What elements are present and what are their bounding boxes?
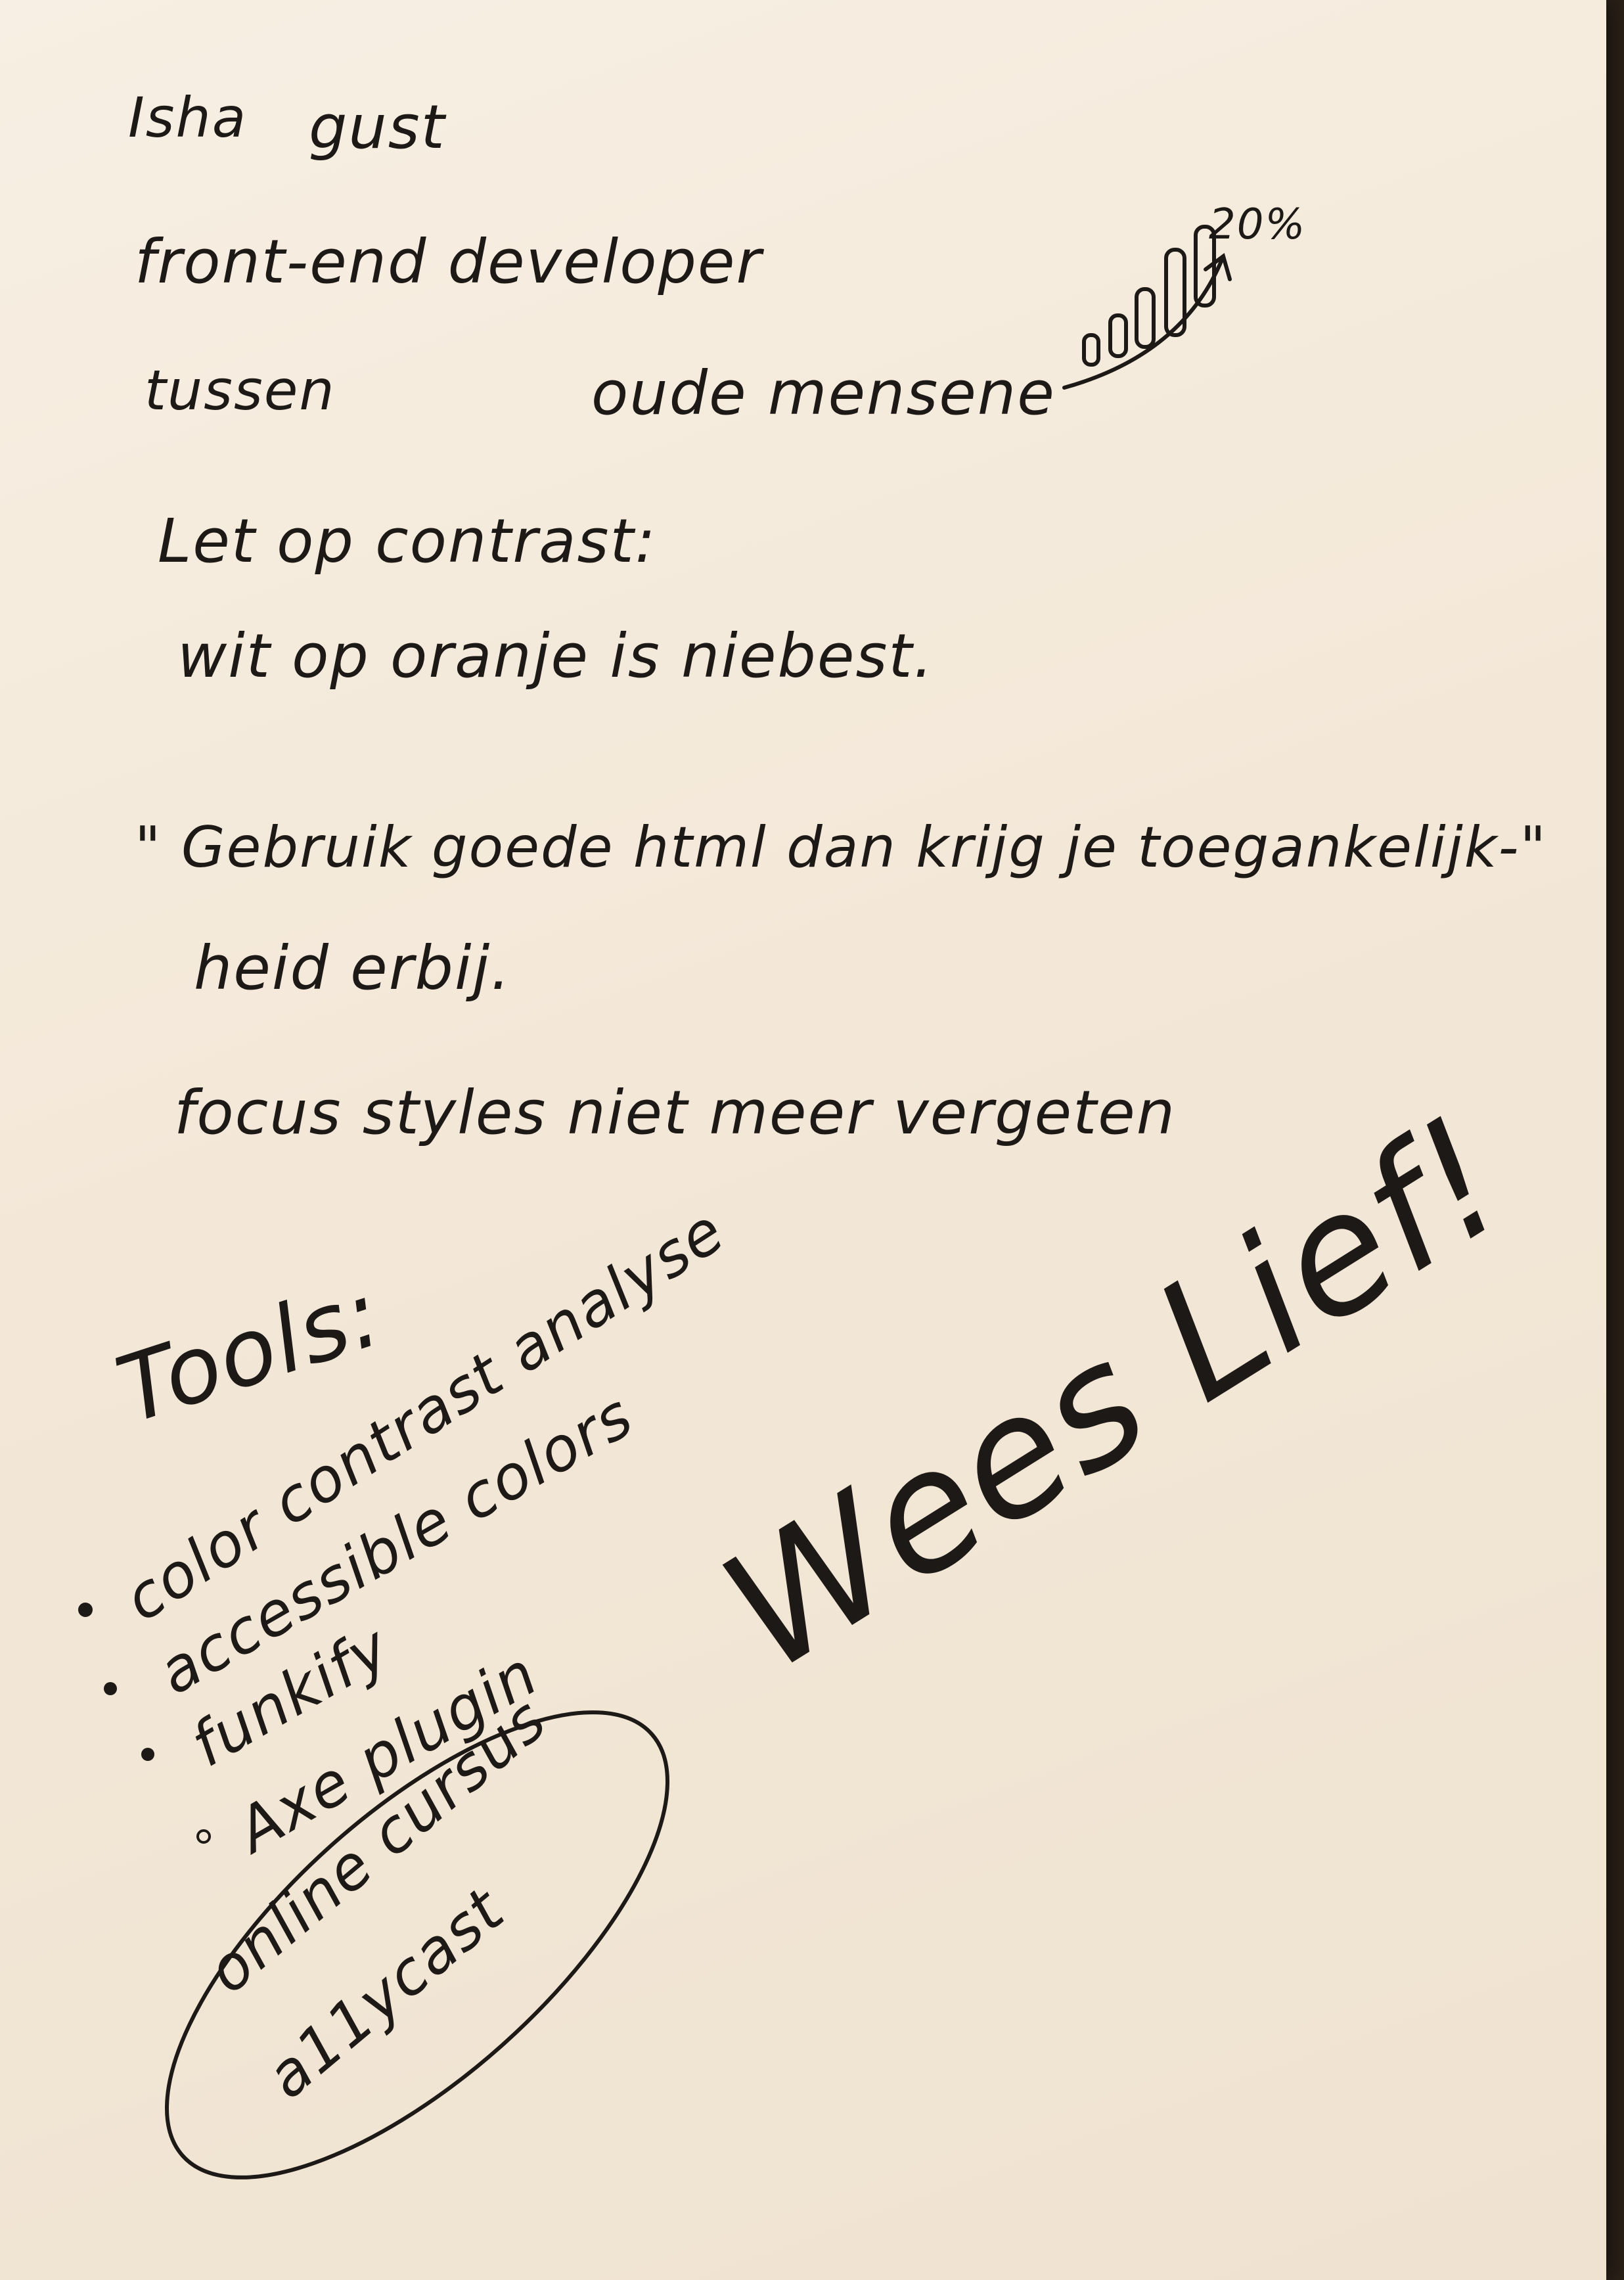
focus-note: focus styles niet meer vergeten — [174, 1078, 1177, 1148]
contrast-heading: Let op contrast: — [158, 506, 657, 576]
growth-arrow-icon — [1062, 258, 1224, 390]
quote-line-2: heid erbij. — [194, 933, 512, 1003]
contrast-note: wit op oranje is niebest. — [177, 621, 934, 691]
quote-line-1: " Gebruik goede html dan krijg je toegan… — [135, 815, 1548, 880]
